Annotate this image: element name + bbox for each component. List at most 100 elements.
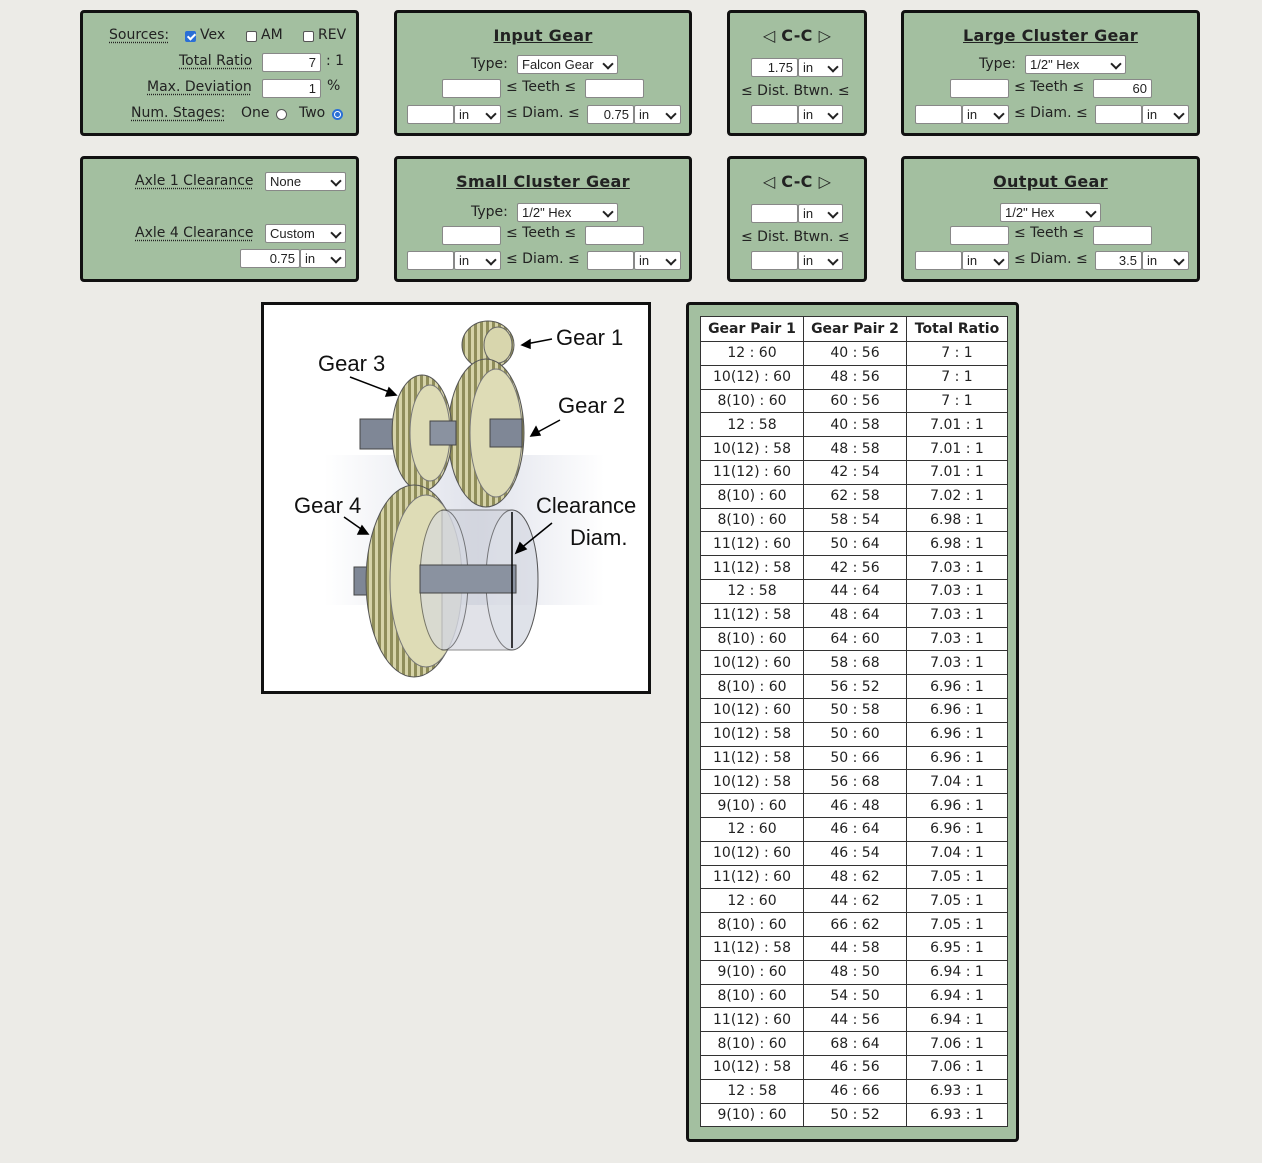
table-row[interactable]: 10(12) : 60 50 : 58 6.96 : 1 <box>700 697 1008 723</box>
large-cluster-teeth-max[interactable]: 60 <box>1093 79 1152 98</box>
input-diam-max[interactable]: 0.75 <box>587 105 634 124</box>
table-row[interactable]: 12 : 60 44 : 62 7.05 : 1 <box>700 888 1008 914</box>
cc2-value-unit[interactable]: in <box>798 204 843 223</box>
gear-pair-2-cell: 48 : 50 <box>803 959 907 985</box>
input-teeth-min[interactable] <box>442 79 501 98</box>
chevron-down-icon <box>665 254 677 266</box>
table-row[interactable]: 10(12) : 58 56 : 68 7.04 : 1 <box>700 769 1008 795</box>
table-row[interactable]: 12 : 60 40 : 56 7 : 1 <box>700 341 1008 366</box>
output-diam-max[interactable]: 3.5 <box>1095 251 1142 270</box>
table-row[interactable]: 12 : 58 44 : 64 7.03 : 1 <box>700 578 1008 604</box>
table-row[interactable]: 8(10) : 60 62 : 58 7.02 : 1 <box>700 483 1008 509</box>
total-ratio-cell: 7.03 : 1 <box>906 555 1008 580</box>
table-row[interactable]: 10(12) : 60 46 : 54 7.04 : 1 <box>700 840 1008 866</box>
table-row[interactable]: 8(10) : 60 54 : 50 6.94 : 1 <box>700 983 1008 1009</box>
table-row[interactable]: 9(10) : 60 46 : 48 6.96 : 1 <box>700 793 1008 818</box>
dist-label: ≤ Dist. Btwn. ≤ <box>741 229 850 245</box>
input-teeth-max[interactable] <box>585 79 644 98</box>
sources-panel: Sources: Vex AM REV Total Ratio 7 : 1 Ma… <box>80 10 359 136</box>
output-diam-max-unit[interactable]: in <box>1142 251 1189 270</box>
table-row[interactable]: 9(10) : 60 50 : 52 6.93 : 1 <box>700 1102 1008 1128</box>
max-deviation-input[interactable]: 1 <box>262 79 321 98</box>
cc1-value-unit[interactable]: in <box>798 58 843 77</box>
cc2-dist-unit[interactable]: in <box>798 251 843 270</box>
output-gear-type-select[interactable]: 1/2" Hex <box>1000 203 1101 222</box>
table-row[interactable]: 11(12) : 58 42 : 56 7.03 : 1 <box>700 555 1008 580</box>
cc2-dist-input[interactable] <box>751 251 798 270</box>
large-cluster-diam-min[interactable] <box>915 105 962 124</box>
gear-pair-1-cell: 12 : 60 <box>700 816 804 842</box>
table-row[interactable]: 11(12) : 58 48 : 64 7.03 : 1 <box>700 602 1008 628</box>
small-cluster-teeth-min[interactable] <box>442 226 501 245</box>
small-cluster-diam-max[interactable] <box>587 251 634 270</box>
clearance-cylinder <box>419 509 539 651</box>
total-ratio-cell: 7 : 1 <box>906 341 1008 366</box>
cc1-dist-unit[interactable]: in <box>798 105 843 124</box>
large-cluster-type-select[interactable]: 1/2" Hex <box>1025 55 1126 74</box>
gear-pair-2-cell: 40 : 58 <box>803 412 907 438</box>
output-diam-min[interactable] <box>915 251 962 270</box>
am-checkbox[interactable] <box>246 31 257 42</box>
table-row[interactable]: 11(12) : 58 44 : 58 6.95 : 1 <box>700 935 1008 961</box>
input-diam-min[interactable] <box>407 105 454 124</box>
table-row[interactable]: 10(12) : 60 58 : 68 7.03 : 1 <box>700 650 1008 676</box>
large-cluster-gear-panel: Large Cluster Gear Type: 1/2" Hex ≤ Teet… <box>901 10 1200 136</box>
stage-two-radio[interactable] <box>332 109 343 120</box>
gear1-label: Gear 1 <box>556 325 623 350</box>
table-row[interactable]: 8(10) : 60 66 : 62 7.05 : 1 <box>700 912 1008 937</box>
output-teeth-max[interactable] <box>1093 226 1152 245</box>
table-row[interactable]: 11(12) : 58 50 : 66 6.96 : 1 <box>700 745 1008 771</box>
table-row[interactable]: 8(10) : 60 60 : 56 7 : 1 <box>700 388 1008 414</box>
cc1-value-input[interactable]: 1.75 <box>751 58 798 77</box>
stage-one-radio[interactable] <box>276 109 287 120</box>
input-gear-type-select[interactable]: Falcon Gear <box>517 55 618 74</box>
header-gear-pair-1[interactable]: Gear Pair 1 <box>700 316 804 342</box>
table-row[interactable]: 10(12) : 58 46 : 56 7.06 : 1 <box>700 1054 1008 1080</box>
cc1-dist-input[interactable] <box>751 105 798 124</box>
cc2-value-input[interactable] <box>751 204 798 223</box>
table-row[interactable]: 10(12) : 60 48 : 56 7 : 1 <box>700 364 1008 390</box>
large-cluster-diam-max[interactable] <box>1095 105 1142 124</box>
input-diam-min-unit[interactable]: in <box>454 105 501 124</box>
small-cluster-teeth-max[interactable] <box>585 226 644 245</box>
input-diam-max-unit[interactable]: in <box>634 105 681 124</box>
vex-checkbox[interactable] <box>185 31 196 42</box>
output-gear-panel: Output Gear 1/2" Hex ≤ Teeth ≤ in ≤ Diam… <box>901 156 1200 282</box>
table-row[interactable]: 10(12) : 58 50 : 60 6.96 : 1 <box>700 721 1008 747</box>
table-row[interactable]: 12 : 60 46 : 64 6.96 : 1 <box>700 816 1008 842</box>
table-row[interactable]: 8(10) : 60 58 : 54 6.98 : 1 <box>700 507 1008 533</box>
large-cluster-diam-max-unit[interactable]: in <box>1142 105 1189 124</box>
small-cluster-diam-min[interactable] <box>407 251 454 270</box>
total-ratio-input[interactable]: 7 <box>262 53 321 72</box>
output-teeth-min[interactable] <box>950 226 1009 245</box>
small-cluster-diam-min-unit[interactable]: in <box>454 251 501 270</box>
large-cluster-teeth-min[interactable] <box>950 79 1009 98</box>
axle1-clearance-select[interactable]: None <box>265 172 346 191</box>
table-row[interactable]: 8(10) : 60 68 : 64 7.06 : 1 <box>700 1031 1008 1056</box>
rev-checkbox[interactable] <box>303 31 314 42</box>
small-cluster-type-select[interactable]: 1/2" Hex <box>517 203 618 222</box>
axle4-diam-unit[interactable]: in <box>300 249 346 268</box>
chevron-down-icon <box>665 108 677 120</box>
table-row[interactable]: 8(10) : 60 56 : 52 6.96 : 1 <box>700 674 1008 699</box>
table-row[interactable]: 12 : 58 46 : 66 6.93 : 1 <box>700 1078 1008 1104</box>
table-row[interactable]: 11(12) : 60 42 : 54 7.01 : 1 <box>700 459 1008 485</box>
table-row[interactable]: 11(12) : 60 50 : 64 6.98 : 1 <box>700 531 1008 557</box>
gear-pair-2-cell: 48 : 64 <box>803 602 907 628</box>
table-row[interactable]: 8(10) : 60 64 : 60 7.03 : 1 <box>700 626 1008 652</box>
axle4-diam-input[interactable]: 0.75 <box>240 249 300 268</box>
table-row[interactable]: 11(12) : 60 44 : 56 6.94 : 1 <box>700 1007 1008 1033</box>
stage-two-label: Two <box>299 105 326 121</box>
table-row[interactable]: 10(12) : 58 48 : 58 7.01 : 1 <box>700 436 1008 461</box>
percent-label: % <box>327 78 341 94</box>
table-row[interactable]: 11(12) : 60 48 : 62 7.05 : 1 <box>700 864 1008 890</box>
header-gear-pair-2[interactable]: Gear Pair 2 <box>803 316 907 342</box>
chevron-down-icon <box>993 254 1005 266</box>
header-total-ratio[interactable]: Total Ratio <box>906 316 1008 342</box>
large-cluster-diam-min-unit[interactable]: in <box>962 105 1009 124</box>
axle4-clearance-select[interactable]: Custom <box>265 224 346 243</box>
table-row[interactable]: 12 : 58 40 : 58 7.01 : 1 <box>700 412 1008 438</box>
small-cluster-diam-max-unit[interactable]: in <box>634 251 681 270</box>
table-row[interactable]: 9(10) : 60 48 : 50 6.94 : 1 <box>700 959 1008 985</box>
output-diam-min-unit[interactable]: in <box>962 251 1009 270</box>
